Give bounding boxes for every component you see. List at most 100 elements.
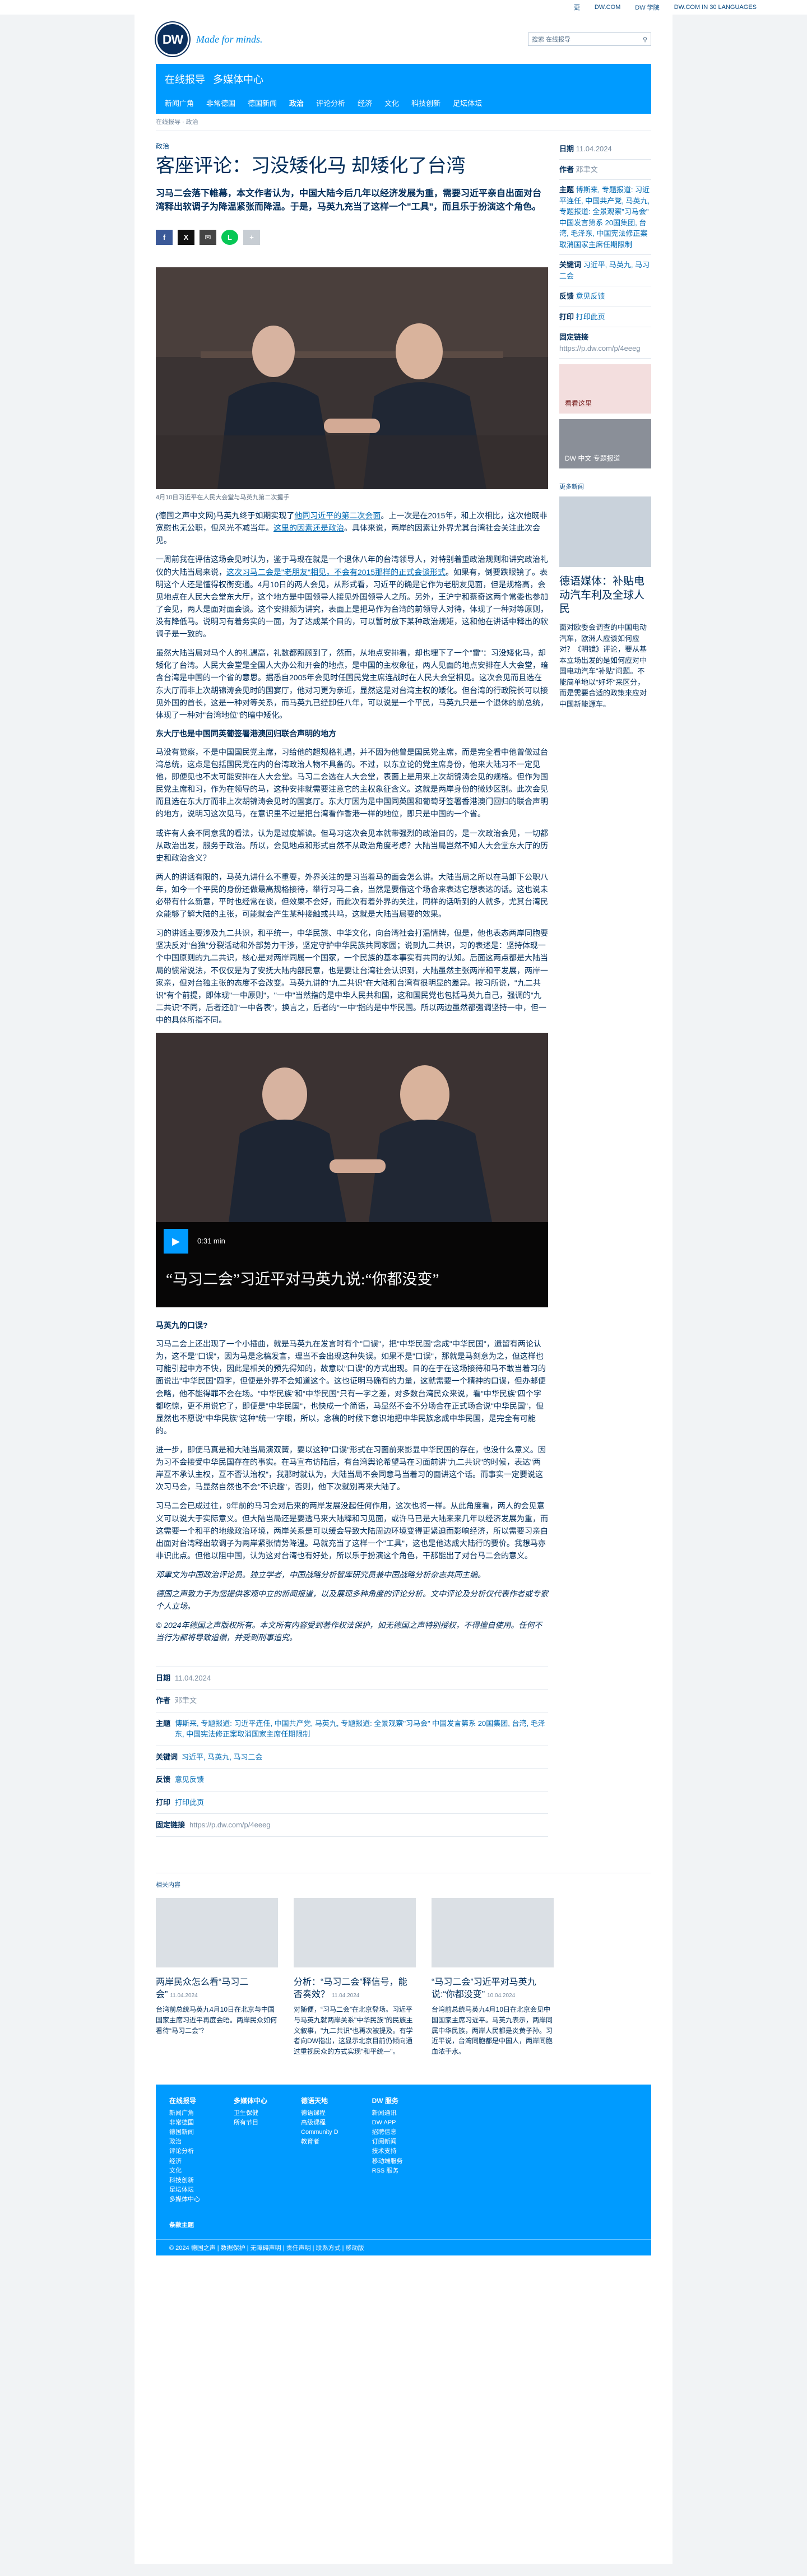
dw-logo[interactable]: DW Made for minds. — [156, 22, 263, 56]
top-link-dwcom[interactable]: DW.COM — [595, 4, 620, 11]
page-container: DW Made for minds. 搜索 在线报导 ⚲ 在线报导 多媒体中心 新… — [134, 15, 672, 2564]
side-author: 作者 邓聿文 — [559, 160, 651, 180]
footer-link[interactable]: Community D — [301, 2128, 338, 2137]
top-link-languages[interactable]: DW.COM IN 30 LANGUAGES — [674, 4, 757, 11]
meta-row-permalink: 固定链接 https://p.dw.com/p/4eeeg — [156, 1814, 548, 1837]
inline-link[interactable]: 这里的因素还是政治 — [273, 523, 344, 532]
footer-link[interactable]: 非常德国 — [169, 2118, 200, 2128]
related-content: 相关内容 两岸民众怎么看“马习二会” 11.04.2024 台湾前总统马英九4月1… — [156, 1872, 651, 2057]
inline-link[interactable]: 他同习近平的第二次会面 — [294, 511, 381, 520]
footer-link[interactable]: DW APP — [372, 2118, 403, 2128]
promo-banner-2[interactable]: DW 中文 专题报道 — [559, 419, 651, 468]
related-card-image — [294, 1897, 416, 1967]
section-title[interactable]: 在线报导 多媒体中心 — [165, 72, 642, 86]
footer-link[interactable]: 教育者 — [301, 2137, 338, 2147]
footer-link[interactable]: 科技创新 — [169, 2176, 200, 2185]
footer-link[interactable]: 经济 — [169, 2157, 200, 2166]
nav-item[interactable]: 非常德国 — [206, 98, 235, 108]
brand-header: DW Made for minds. 搜索 在线报导 ⚲ — [134, 15, 672, 64]
related-grid: 两岸民众怎么看“马习二会” 11.04.2024 台湾前总统马英九4月10日在北京… — [156, 1897, 651, 2057]
footer-link[interactable]: RSS 服务 — [372, 2166, 403, 2176]
footer-link[interactable]: 卫生保健 — [234, 2109, 267, 2118]
nav-item[interactable]: 经济 — [358, 98, 372, 108]
side-print-link[interactable]: 打印此页 — [576, 313, 605, 321]
facebook-icon[interactable]: f — [156, 230, 173, 245]
top-utility-bar: 更 DW.COM DW 学院 DW.COM IN 30 LANGUAGES — [0, 0, 807, 15]
paragraph: 虽然大陆当局对马个人的礼遇高，礼数都照顾到了，然而，从地点安排看，却也埋下了一个… — [156, 648, 548, 720]
side-topics: 主题 博斯来, 专题报道: 习近平连任, 中国共产党, 马英九, 专题报道: 全… — [559, 180, 651, 255]
nav-item[interactable]: 德国新闻 — [248, 98, 277, 108]
side-date: 日期 11.04.2024 — [559, 139, 651, 160]
keyword-links[interactable]: 习近平, 马英九, 马习二会 — [182, 1752, 262, 1763]
nav-item[interactable]: 评论分析 — [316, 98, 345, 108]
footer-link[interactable]: 新闻通讯 — [372, 2109, 403, 2118]
paragraph: 习马二会上还出现了一个小插曲，就是马英九在发言时有个"口误"，把"中华民国"念成… — [156, 1339, 546, 1435]
subheading: 东大厅也是中国同英葡签署港澳回归联合声明的地方 — [156, 728, 336, 738]
footer-link[interactable]: 技术支持 — [372, 2147, 403, 2156]
paragraph: 一周前我在评估这场会见时认为，鉴于马现在就是一个退休八年的台湾领导人，对特别着重… — [156, 555, 548, 639]
side-topic-links[interactable]: 博斯来, 专题报道: 习近平连任, 中国共产党, 马英九, 专题报道: 全景观察… — [559, 185, 650, 249]
play-icon[interactable]: ▶ — [164, 1229, 188, 1254]
footer-link[interactable]: 招聘信息 — [372, 2128, 403, 2137]
related-card-title: 两岸民众怎么看“马习二会” 11.04.2024 — [156, 1977, 249, 1999]
footer-link[interactable]: 足坛体坛 — [169, 2185, 200, 2195]
footer-link[interactable]: 德语课程 — [301, 2109, 338, 2118]
related-card-desc: 对随便，“习马二会”在北京登场。习近平与马英九就两岸关系"中华民族"的民族主义叙… — [294, 2006, 413, 2055]
nav-item[interactable]: 科技创新 — [411, 98, 440, 108]
footer-link[interactable]: 德国新闻 — [169, 2128, 200, 2137]
nav-item[interactable]: 足坛体坛 — [453, 98, 482, 108]
footer-link[interactable]: 多媒体中心 — [169, 2195, 200, 2204]
article-lede: 习马二会落下帷幕，本文作者认为，中国大陆今后几年以经济发展为重，需要习近平亲自出… — [156, 189, 542, 212]
related-card[interactable]: “马习二会”习近平对马英九说:“你都没变” 10.04.2024 台湾前总统马英九… — [432, 1897, 554, 2057]
x-twitter-icon[interactable]: X — [178, 230, 194, 245]
related-card-image — [156, 1897, 278, 1967]
feedback-link[interactable]: 意见反馈 — [175, 1774, 204, 1785]
video-player[interactable]: ▶ 0:31 min “马习二会”习近平对马英九说:“你都没变” — [156, 1033, 548, 1308]
article-kicker[interactable]: 政治 — [156, 141, 548, 151]
promo-banner-1[interactable]: 看看这里 — [559, 364, 651, 414]
share-bar: f X ✉ L + — [156, 230, 548, 245]
top-link-academy[interactable]: DW 学院 — [635, 3, 659, 12]
breadcrumb[interactable]: 在线报导 · 政治 — [156, 117, 651, 131]
nav-item-active[interactable]: 政治 — [289, 98, 304, 108]
search-icon[interactable]: ⚲ — [643, 36, 647, 43]
footer-bottom-link[interactable]: 条款主题 — [169, 2220, 638, 2229]
nav-item[interactable]: 新闻广角 — [165, 98, 194, 108]
related-card[interactable]: 两岸民众怎么看“马习二会” 11.04.2024 台湾前总统马英九4月10日在北京… — [156, 1897, 278, 2057]
lead-image — [156, 267, 548, 490]
content-layout: 政治 客座评论：习没矮化马 却矮化了台湾 习马二会落下帷幕，本文作者认为，中国大… — [134, 139, 672, 1837]
story-image[interactable] — [559, 496, 651, 567]
story-title[interactable]: 德语媒体：补贴电动汽车利及全球人民 — [559, 575, 651, 616]
footer-link[interactable]: 高级课程 — [301, 2118, 338, 2128]
email-icon[interactable]: ✉ — [200, 230, 216, 245]
inline-link[interactable]: 这次习马二会是"老朋友"相见，不会有2015那样的正式会谈形式 — [226, 568, 446, 577]
paragraph: 习的讲话主要涉及九二共识，和平统一，中华民族、中华文化，向台湾社会打温情牌，但是… — [156, 929, 548, 1025]
paragraph: 两人的讲话有限的，马英九讲什么不重要，外界关注的是习当着马的面会怎么讲。大陆当局… — [156, 872, 548, 919]
paragraph: 或许有人会不同意我的看法，认为是过度解读。但马习这次会见本就带强烈的政治目的，是… — [156, 828, 548, 862]
meta-row-date: 日期 11.04.2024 — [156, 1667, 548, 1690]
footer-link[interactable]: 政治 — [169, 2137, 200, 2147]
permalink[interactable]: https://p.dw.com/p/4eeeg — [189, 1820, 271, 1831]
side-permalink-url[interactable]: https://p.dw.com/p/4eeeg — [559, 344, 641, 352]
side-feedback-link[interactable]: 意见反馈 — [576, 292, 605, 300]
footer-link[interactable]: 所有节目 — [234, 2118, 267, 2128]
footer-link[interactable]: 文化 — [169, 2166, 200, 2176]
related-card[interactable]: 分析：“马习二会”释信号，能否奏效？ 11.04.2024 对随便，“习马二会”在… — [294, 1897, 416, 2057]
section-subtitle[interactable]: 多媒体中心 — [213, 74, 263, 85]
footer-link[interactable]: 订阅新闻 — [372, 2137, 403, 2147]
section-header: 在线报导 多媒体中心 新闻广角 非常德国 德国新闻 政治 评论分析 经济 文化 科… — [156, 64, 651, 114]
print-link[interactable]: 打印此页 — [175, 1797, 204, 1808]
disclaimer: 德国之声致力于为您提供客观中立的新闻报道，以及展现多种角度的评论分析。文中评论及… — [156, 1589, 548, 1611]
search-placeholder: 搜索 在线报导 — [532, 36, 571, 43]
nav-item[interactable]: 文化 — [384, 98, 399, 108]
line-icon[interactable]: L — [221, 230, 238, 245]
footer-link[interactable]: 新闻广角 — [169, 2109, 200, 2118]
more-share-icon[interactable]: + — [243, 230, 260, 245]
related-heading: 相关内容 — [156, 1881, 180, 1888]
dw-logo-mark: DW — [156, 22, 189, 56]
search-input[interactable]: 搜索 在线报导 ⚲ — [528, 33, 651, 46]
top-link-1[interactable]: 更 — [574, 3, 580, 12]
footer-link[interactable]: 评论分析 — [169, 2147, 200, 2156]
footer-link[interactable]: 移动端服务 — [372, 2157, 403, 2166]
topic-links[interactable]: 博斯来, 专题报道: 习近平连任, 中国共产党, 马英九, 专题报道: 全景观察… — [175, 1718, 548, 1740]
